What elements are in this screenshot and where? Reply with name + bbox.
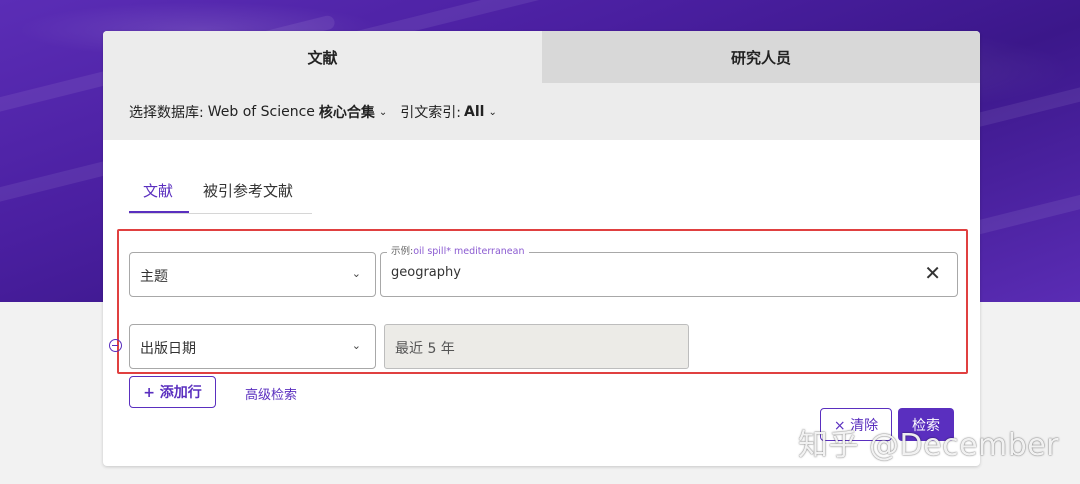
database-selector[interactable]: 选择数据库: Web of Science 核心合集 ⌄ — [103, 102, 387, 122]
database-bar: 选择数据库: Web of Science 核心合集 ⌄ 引文索引: All ⌄ — [103, 83, 980, 140]
main-tabs: 文献 研究人员 — [103, 31, 980, 83]
search-input-hint: 示例:oil spill* mediterranean — [387, 246, 529, 258]
chevron-down-icon: ⌄ — [488, 106, 497, 118]
sub-tabs: 文献 被引参考文献 — [129, 169, 312, 214]
chevron-down-icon: ⌄ — [351, 339, 361, 352]
advanced-search-link[interactable]: 高级检索 — [245, 384, 297, 403]
remove-row-icon[interactable] — [109, 339, 122, 352]
watermark: 知乎 @December — [798, 428, 1060, 463]
search-card: 文献 研究人员 选择数据库: Web of Science 核心合集 ⌄ 引文索… — [103, 31, 980, 466]
tab-researchers[interactable]: 研究人员 — [542, 31, 980, 83]
select-db-label: 选择数据库: — [129, 104, 204, 121]
date-range-value: 最近 5 年 — [395, 341, 455, 357]
add-row-button[interactable]: + 添加行 — [129, 376, 216, 408]
citation-index-value: All — [464, 103, 485, 120]
close-icon[interactable]: ✕ — [924, 261, 941, 285]
field-select-label: 主题 — [140, 269, 168, 285]
subtab-cited-references[interactable]: 被引参考文献 — [203, 180, 293, 201]
search-input-value: geography — [391, 265, 461, 280]
db-name-prefix: Web of Science — [207, 103, 315, 120]
citation-index-selector[interactable]: 引文索引: All ⌄ — [387, 102, 497, 122]
db-name: 核心合集 — [318, 104, 375, 121]
citation-index-label: 引文索引: — [400, 104, 462, 121]
subtab-documents[interactable]: 文献 — [143, 180, 173, 201]
search-input[interactable]: 示例:oil spill* mediterranean geography ✕ — [380, 246, 958, 297]
field-select-label: 出版日期 — [140, 341, 196, 357]
date-range-select[interactable]: 最近 5 年 — [384, 324, 689, 369]
active-tab-underline — [129, 211, 189, 213]
chevron-down-icon: ⌄ — [378, 106, 388, 118]
field-select-topic[interactable]: 主题 ⌄ — [129, 252, 376, 297]
chevron-down-icon: ⌄ — [351, 267, 361, 280]
field-select-date[interactable]: 出版日期 ⌄ — [129, 324, 376, 369]
tab-documents[interactable]: 文献 — [103, 31, 542, 83]
